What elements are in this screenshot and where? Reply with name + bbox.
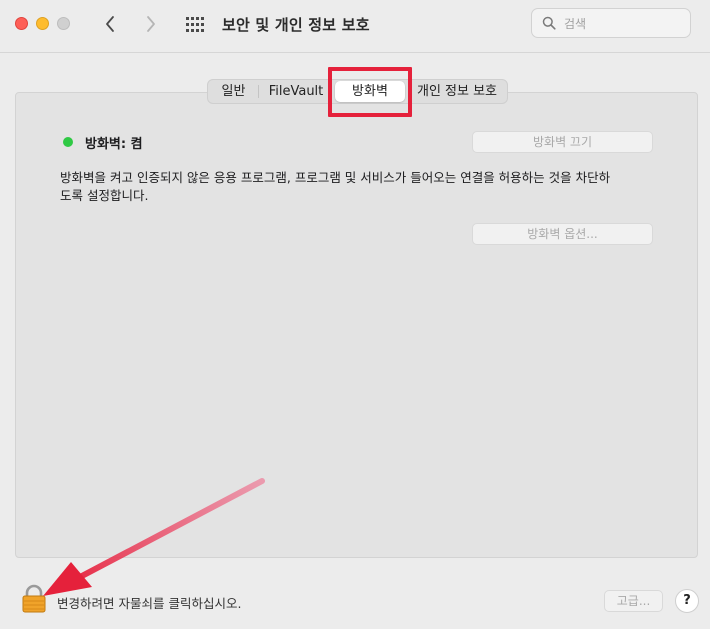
lock-icon <box>22 584 46 613</box>
firewall-options-button[interactable]: 방화벽 옵션... <box>472 223 653 245</box>
lock-hint-text: 변경하려면 자물쇠를 클릭하십시오. <box>57 596 242 611</box>
tab-privacy[interactable]: 개인 정보 보호 <box>407 80 507 103</box>
content-panel <box>15 92 698 558</box>
back-button[interactable] <box>97 11 123 37</box>
chevron-left-icon <box>106 16 114 32</box>
tab-filevault[interactable]: FileVault <box>259 80 333 103</box>
window-close-button[interactable] <box>15 17 28 30</box>
search-input[interactable] <box>562 13 686 35</box>
turn-off-firewall-button[interactable]: 방화벽 끄기 <box>472 131 653 153</box>
firewall-description: 방화벽을 켜고 인증되지 않은 응용 프로그램, 프로그램 및 서비스가 들어오… <box>60 170 611 203</box>
search-field[interactable] <box>531 8 691 38</box>
show-all-button[interactable] <box>184 14 206 36</box>
forward-button[interactable] <box>138 11 164 37</box>
tab-general[interactable]: 일반 <box>208 80 259 103</box>
lock-button[interactable] <box>20 584 48 618</box>
window-title: 보안 및 개인 정보 보호 <box>222 16 370 34</box>
firewall-status-label: 방화벽: 켬 <box>85 137 143 152</box>
search-icon <box>542 16 556 30</box>
window-zoom-button[interactable] <box>57 17 70 30</box>
window-minimize-button[interactable] <box>36 17 49 30</box>
grid-icon <box>186 17 204 32</box>
help-button[interactable]: ? <box>675 589 699 613</box>
titlebar: 보안 및 개인 정보 보호 <box>0 0 710 53</box>
chevron-right-icon <box>147 16 155 32</box>
advanced-button[interactable]: 고급... <box>604 590 663 612</box>
highlight-annotation <box>328 67 412 117</box>
status-indicator <box>63 137 73 147</box>
